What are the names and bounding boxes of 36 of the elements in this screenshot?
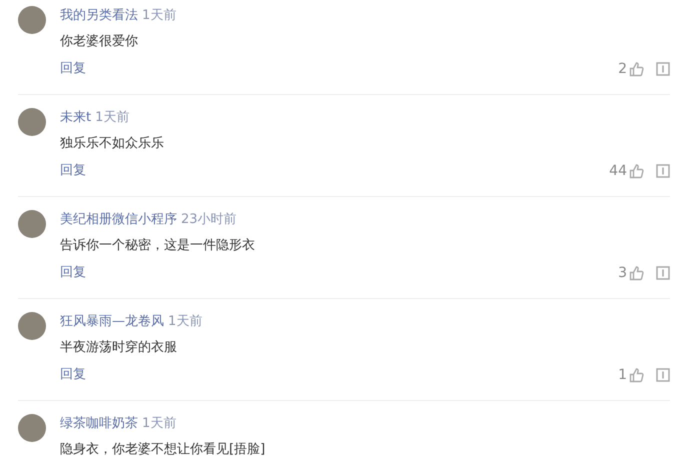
author-name[interactable]: 狂风暴雨—龙卷风 xyxy=(60,314,164,329)
thumbs-up-icon[interactable] xyxy=(629,266,644,280)
comment-time: 1天前 xyxy=(142,8,176,23)
thumbs-up-icon[interactable] xyxy=(629,164,644,178)
comment-time: 1天前 xyxy=(95,110,130,125)
author-name[interactable]: 绿茶咖啡奶茶 xyxy=(60,416,138,431)
avatar[interactable] xyxy=(18,414,46,442)
author-name[interactable]: 我的另类看法 xyxy=(60,8,138,23)
comment-text: 告诉你一个秘密，这是一件隐形衣 xyxy=(60,237,256,255)
comment-time: 23小时前 xyxy=(181,212,237,227)
reply-link[interactable]: 回复 xyxy=(60,365,86,385)
like-count: 3 xyxy=(618,264,627,283)
avatar[interactable] xyxy=(18,210,46,238)
like-count: 1 xyxy=(618,366,627,385)
reply-link[interactable]: 回复 xyxy=(60,263,86,283)
comment-text: 半夜游荡时穿的衣服 xyxy=(60,339,178,357)
reply-link[interactable]: 回复 xyxy=(60,161,86,181)
author-name[interactable]: 未来t xyxy=(60,110,92,125)
avatar[interactable] xyxy=(18,108,46,136)
report-icon[interactable] xyxy=(656,62,670,76)
reply-link[interactable]: 回复 xyxy=(60,59,86,79)
comment-text: 你老婆很爱你 xyxy=(60,33,139,51)
avatar[interactable] xyxy=(18,6,46,34)
author-name[interactable]: 美纪相册微信小程序 xyxy=(60,212,177,227)
like-count: 2 xyxy=(618,60,627,79)
report-icon[interactable] xyxy=(656,266,670,280)
thumbs-up-icon[interactable] xyxy=(629,368,644,382)
comment-time: 1天前 xyxy=(168,314,202,329)
comment-text: 独乐乐不如众乐乐 xyxy=(60,135,165,153)
comment-text: 隐身衣，你老婆不想让你看见[捂脸] xyxy=(60,441,266,459)
avatar[interactable] xyxy=(18,312,46,340)
report-icon[interactable] xyxy=(656,368,670,382)
like-count: 44 xyxy=(609,162,627,181)
thumbs-up-icon[interactable] xyxy=(629,62,644,76)
report-icon[interactable] xyxy=(656,164,670,178)
comment-time: 1天前 xyxy=(142,416,176,431)
